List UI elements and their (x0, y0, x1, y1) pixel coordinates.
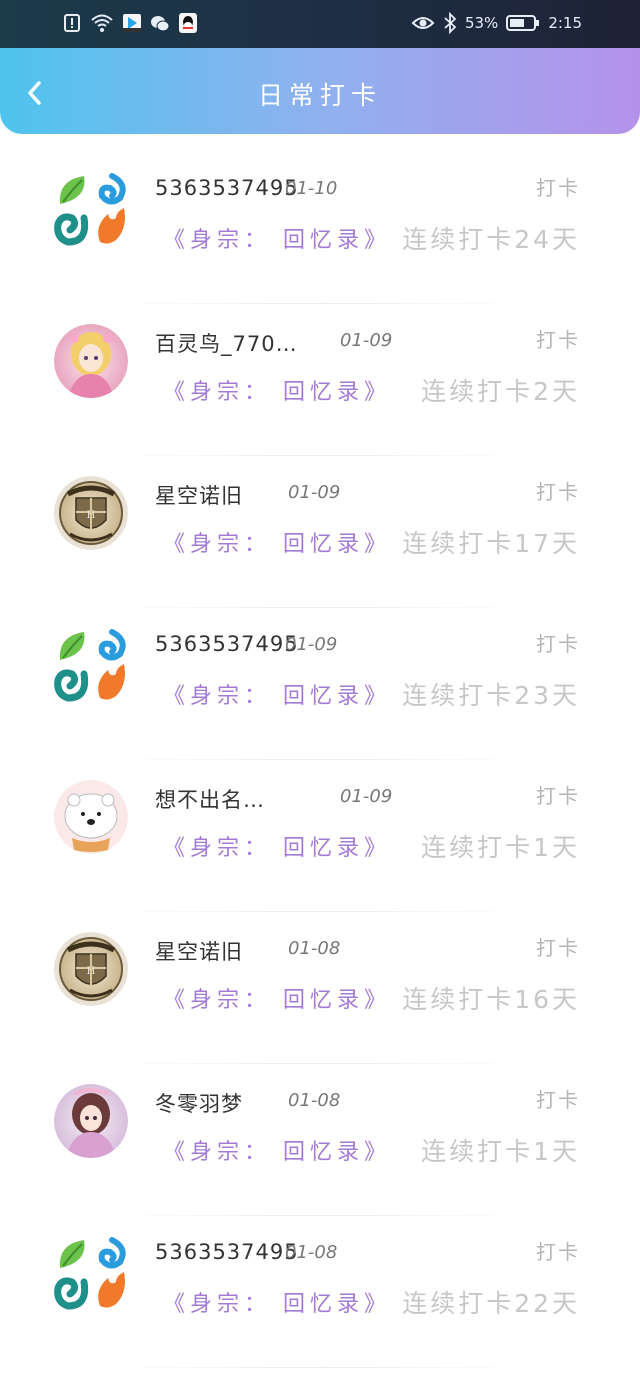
four-element-logo-avatar[interactable] (54, 172, 128, 246)
status-bar: 53% 2:15 (0, 0, 640, 48)
streak-count: 连续打卡1天 (421, 833, 580, 862)
checkin-button[interactable]: 打卡 (536, 1236, 580, 1265)
checkin-date: 01-08 (288, 1090, 341, 1111)
bluetooth-icon (444, 12, 457, 34)
alert-icon (64, 14, 80, 32)
streak-count: 连续打卡23天 (402, 681, 580, 710)
checkin-date: 01-09 (340, 330, 393, 351)
streak-count: 连续打卡22天 (402, 1289, 580, 1318)
checkin-date: 01-09 (340, 786, 393, 807)
checkin-date: 01-09 (285, 634, 338, 655)
checkin-date: 01-09 (288, 482, 341, 503)
streak-count: 连续打卡17天 (402, 529, 580, 558)
status-right-icons: 53% 2:15 (411, 12, 582, 34)
list-item[interactable]: 百灵鸟_770… 01-09 打卡《身宗： 回忆录》 连续打卡2天 (0, 304, 640, 456)
list-item[interactable]: 5363537495 01-10 打卡《身宗： 回忆录》 连续打卡24天 (0, 152, 640, 304)
page-title: 日常打卡 (257, 81, 382, 110)
header-bar: 日常打卡 (0, 48, 640, 134)
eye-icon (411, 17, 435, 29)
user-name: 5363537495 (155, 632, 299, 656)
checkin-button[interactable]: 打卡 (536, 324, 580, 353)
user-name: 百灵鸟_770… (155, 332, 298, 356)
user-name: 冬零羽梦 (155, 1092, 243, 1116)
anime-girl-pink-avatar[interactable] (54, 324, 128, 398)
checkin-button[interactable]: 打卡 (536, 780, 580, 809)
checkin-list: 5363537495 01-10 打卡 《身宗： 回忆录》 连续打卡24天 百灵鸟_77… (0, 152, 640, 1368)
anime-girl-purple-avatar[interactable] (54, 1084, 128, 1158)
checkin-date: 01-08 (285, 1242, 338, 1263)
streak-count: 连续打卡16天 (402, 985, 580, 1014)
streak-count: 连续打卡24天 (402, 225, 580, 254)
checkin-button[interactable]: 打卡 (536, 1084, 580, 1113)
streak-count: 连续打卡1天 (421, 1137, 580, 1166)
checkin-button[interactable]: 打卡 (536, 932, 580, 961)
user-name: 5363537495 (155, 1240, 299, 1264)
svg-text:H: H (87, 966, 96, 977)
white-bear-avatar[interactable] (54, 780, 128, 854)
book-title-link[interactable]: 《身宗： 回忆录》 (163, 982, 391, 1014)
checkin-button[interactable]: 打卡 (536, 476, 580, 505)
checkin-date: 01-10 (285, 178, 338, 199)
wechat-icon (151, 16, 170, 32)
list-item[interactable]: H 星空诺旧 01-08 打卡《身宗： 回忆录》 连续打卡16天 (0, 912, 640, 1064)
book-title-link[interactable]: 《身宗： 回忆录》 (163, 374, 391, 406)
hogwarts-crest-avatar[interactable]: H (54, 476, 128, 550)
video-app-icon (123, 14, 141, 32)
book-title-link[interactable]: 《身宗： 回忆录》 (163, 1134, 391, 1166)
book-title-link[interactable]: 《身宗： 回忆录》 (163, 830, 391, 862)
row-divider (100, 1367, 540, 1368)
checkin-button[interactable]: 打卡 (536, 172, 580, 201)
battery-icon (506, 15, 540, 31)
book-title-link[interactable]: 《身宗： 回忆录》 (163, 222, 391, 254)
checkin-date: 01-08 (288, 938, 341, 959)
user-name: 想不出名… (155, 788, 265, 812)
four-element-logo-avatar[interactable] (54, 628, 128, 702)
status-left-icons (62, 12, 198, 34)
book-title-link[interactable]: 《身宗： 回忆录》 (163, 526, 391, 558)
streak-count: 连续打卡2天 (421, 377, 580, 406)
wifi-icon (91, 14, 113, 32)
user-name: 星空诺旧 (155, 484, 243, 508)
qq-icon (179, 13, 197, 33)
hogwarts-crest-avatar[interactable]: H (54, 932, 128, 1006)
battery-percent: 53% (464, 14, 499, 32)
checkin-button[interactable]: 打卡 (536, 628, 580, 657)
clock: 2:15 (548, 14, 582, 32)
four-element-logo-avatar[interactable] (54, 1236, 128, 1310)
list-item[interactable]: 5363537495 01-08 打卡《身宗： 回忆录》 连续打卡22天 (0, 1216, 640, 1368)
list-item[interactable]: 冬零羽梦 01-08 打卡《身宗： 回忆录》 连续打卡1天 (0, 1064, 640, 1216)
list-item[interactable]: 5363537495 01-09 打卡《身宗： 回忆录》 连续打卡23天 (0, 608, 640, 760)
user-name: 5363537495 (155, 176, 299, 200)
list-item[interactable]: H 星空诺旧 01-09 打卡《身宗： 回忆录》 连续打卡17天 (0, 456, 640, 608)
book-title-link[interactable]: 《身宗： 回忆录》 (163, 678, 391, 710)
list-item[interactable]: 想不出名… 01-09 打卡《身宗： 回忆录》 连续打卡1天 (0, 760, 640, 912)
user-name: 星空诺旧 (155, 940, 243, 964)
svg-text:H: H (87, 510, 96, 521)
book-title-link[interactable]: 《身宗： 回忆录》 (163, 1286, 391, 1318)
